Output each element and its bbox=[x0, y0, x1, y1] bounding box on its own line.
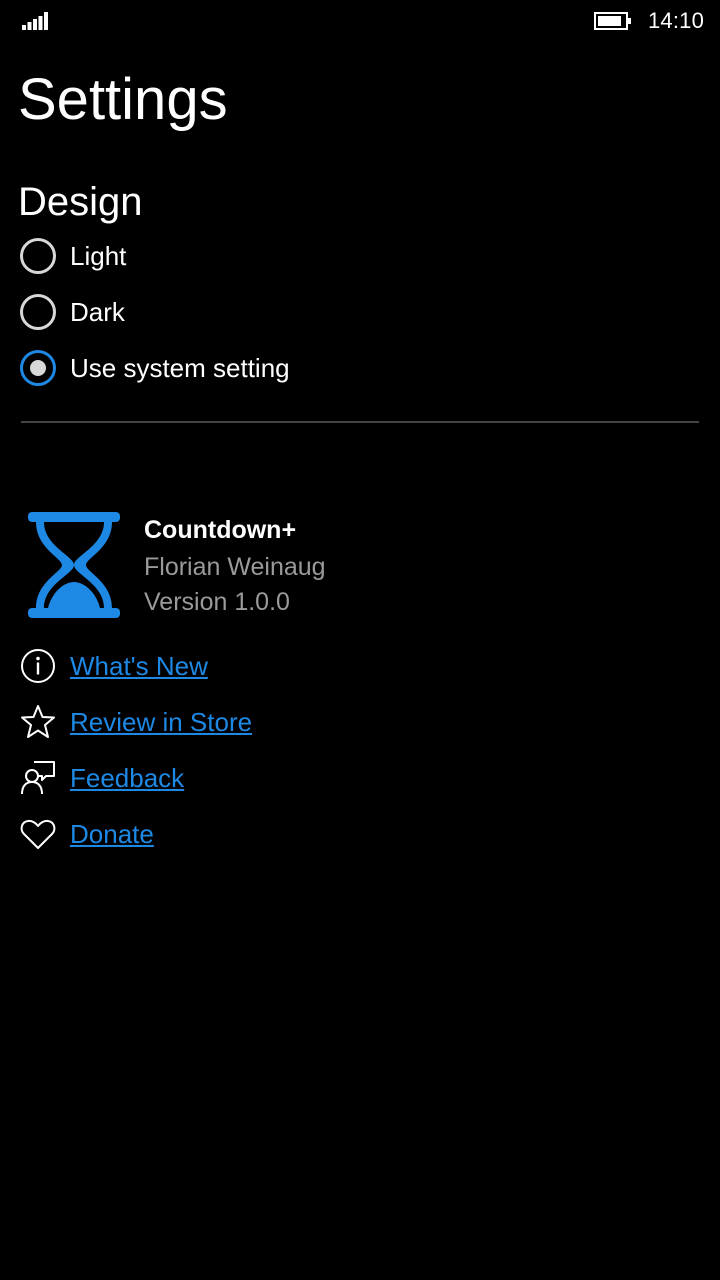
app-author: Florian Weinaug bbox=[144, 553, 326, 581]
radio-use-system-setting[interactable]: Use system setting bbox=[20, 348, 290, 388]
divider bbox=[21, 421, 699, 423]
app-name: Countdown+ bbox=[144, 516, 297, 544]
radio-dark[interactable]: Dark bbox=[20, 292, 125, 332]
radio-button[interactable] bbox=[20, 294, 56, 330]
feedback-link[interactable]: Feedback bbox=[70, 763, 184, 794]
radio-label-light: Light bbox=[70, 240, 127, 271]
feedback-row[interactable]: Feedback bbox=[20, 758, 184, 798]
battery-icon bbox=[594, 12, 631, 30]
donate-link[interactable]: Donate bbox=[70, 819, 154, 850]
status-bar: 14:10 bbox=[0, 0, 720, 44]
whats-new-link[interactable]: What's New bbox=[70, 651, 208, 682]
page-title: Settings bbox=[18, 67, 228, 132]
review-in-store-row[interactable]: Review in Store bbox=[20, 702, 252, 742]
clock: 14:10 bbox=[648, 8, 705, 33]
feedback-icon bbox=[21, 761, 55, 795]
radio-label-system: Use system setting bbox=[70, 352, 290, 383]
whats-new-row[interactable]: What's New bbox=[20, 646, 208, 686]
review-in-store-link[interactable]: Review in Store bbox=[70, 707, 252, 738]
radio-button-selected[interactable] bbox=[20, 350, 56, 386]
design-section-title: Design bbox=[18, 180, 143, 224]
heart-icon bbox=[20, 819, 56, 849]
radio-label-dark: Dark bbox=[70, 296, 125, 327]
radio-light[interactable]: Light bbox=[20, 236, 126, 276]
donate-row[interactable]: Donate bbox=[20, 814, 154, 854]
star-icon bbox=[21, 705, 55, 738]
settings-screen: 14:10 Settings Design Light Dark Use sys… bbox=[0, 0, 720, 1280]
radio-button[interactable] bbox=[20, 238, 56, 274]
hourglass-icon bbox=[28, 512, 120, 618]
signal-strength-icon bbox=[22, 12, 48, 30]
info-icon bbox=[21, 649, 55, 683]
app-version: Version 1.0.0 bbox=[144, 588, 290, 616]
